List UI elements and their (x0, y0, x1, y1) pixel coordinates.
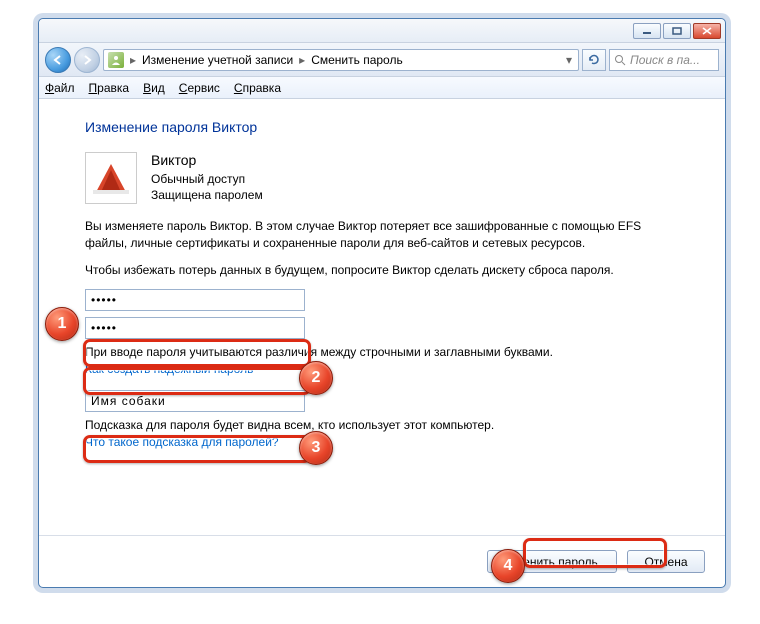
warning-text-1: Вы изменяете пароль Виктор. В этом случа… (85, 218, 645, 252)
case-hint-text: При вводе пароля учитываются различия ме… (85, 345, 697, 359)
user-name: Виктор (151, 151, 263, 171)
hint-help-link[interactable]: Что такое подсказка для паролей? (85, 435, 697, 449)
field-row-confirm-password (85, 317, 697, 339)
change-password-window: ▸ Изменение учетной записи ▸ Сменить пар… (38, 18, 726, 588)
footer-bar: Сменить пароль Отмена (39, 535, 725, 573)
hint-explain-text: Подсказка для пароля будет видна всем, к… (85, 418, 697, 432)
content-area: Изменение пароля Виктор Виктор Обычный д… (39, 99, 725, 449)
minimize-icon (642, 27, 652, 35)
field-row-new-password (85, 289, 697, 311)
user-accounts-icon (108, 52, 124, 68)
annotation-marker-1: 1 (45, 307, 79, 341)
menu-view[interactable]: Вид (143, 81, 165, 95)
strong-password-link[interactable]: Как создать надежный пароль (85, 362, 697, 376)
annotation-marker-3: 3 (299, 431, 333, 465)
user-block: Виктор Обычный доступ Защищена паролем (85, 151, 697, 204)
minimize-button[interactable] (633, 23, 661, 39)
warning-text-2: Чтобы избежать потерь данных в будущем, … (85, 262, 645, 279)
search-icon (614, 54, 626, 66)
close-button[interactable] (693, 23, 721, 39)
menu-file[interactable]: Файл (45, 81, 75, 95)
navigation-bar: ▸ Изменение учетной записи ▸ Сменить пар… (39, 43, 725, 77)
menu-edit[interactable]: Правка (89, 81, 130, 95)
user-status: Защищена паролем (151, 187, 263, 204)
menu-bar: Файл Правка Вид Сервис Справка (39, 77, 725, 99)
breadcrumb-arrow-icon: ▸ (297, 53, 307, 67)
refresh-button[interactable] (582, 49, 606, 71)
forward-button[interactable] (74, 47, 100, 73)
annotation-marker-4: 4 (491, 549, 525, 583)
maximize-icon (672, 27, 682, 35)
address-bar[interactable]: ▸ Изменение учетной записи ▸ Сменить пар… (103, 49, 579, 71)
refresh-icon (588, 54, 600, 66)
close-icon (702, 27, 712, 35)
window-titlebar (39, 19, 725, 43)
breadcrumb-parent[interactable]: Изменение учетной записи (142, 53, 293, 67)
confirm-password-input[interactable] (85, 317, 305, 339)
search-input[interactable]: Поиск в па... (609, 49, 719, 71)
annotation-marker-2: 2 (299, 361, 333, 395)
new-password-input[interactable] (85, 289, 305, 311)
menu-tools[interactable]: Сервис (179, 81, 220, 95)
maximize-button[interactable] (663, 23, 691, 39)
page-heading: Изменение пароля Виктор (85, 119, 697, 135)
arrow-right-icon (81, 54, 93, 66)
field-row-hint (85, 390, 697, 412)
breadcrumb-arrow-icon: ▸ (128, 53, 138, 67)
chevron-down-icon[interactable]: ▾ (564, 53, 574, 67)
back-button[interactable] (45, 47, 71, 73)
arrow-left-icon (52, 54, 64, 66)
cancel-button[interactable]: Отмена (627, 550, 705, 573)
user-info: Виктор Обычный доступ Защищена паролем (151, 151, 263, 204)
user-role: Обычный доступ (151, 171, 263, 188)
menu-help[interactable]: Справка (234, 81, 281, 95)
avatar (85, 152, 137, 204)
search-placeholder: Поиск в па... (630, 53, 700, 67)
breadcrumb-current[interactable]: Сменить пароль (311, 53, 403, 67)
password-hint-input[interactable] (85, 390, 305, 412)
avatar-image-icon (89, 156, 133, 200)
